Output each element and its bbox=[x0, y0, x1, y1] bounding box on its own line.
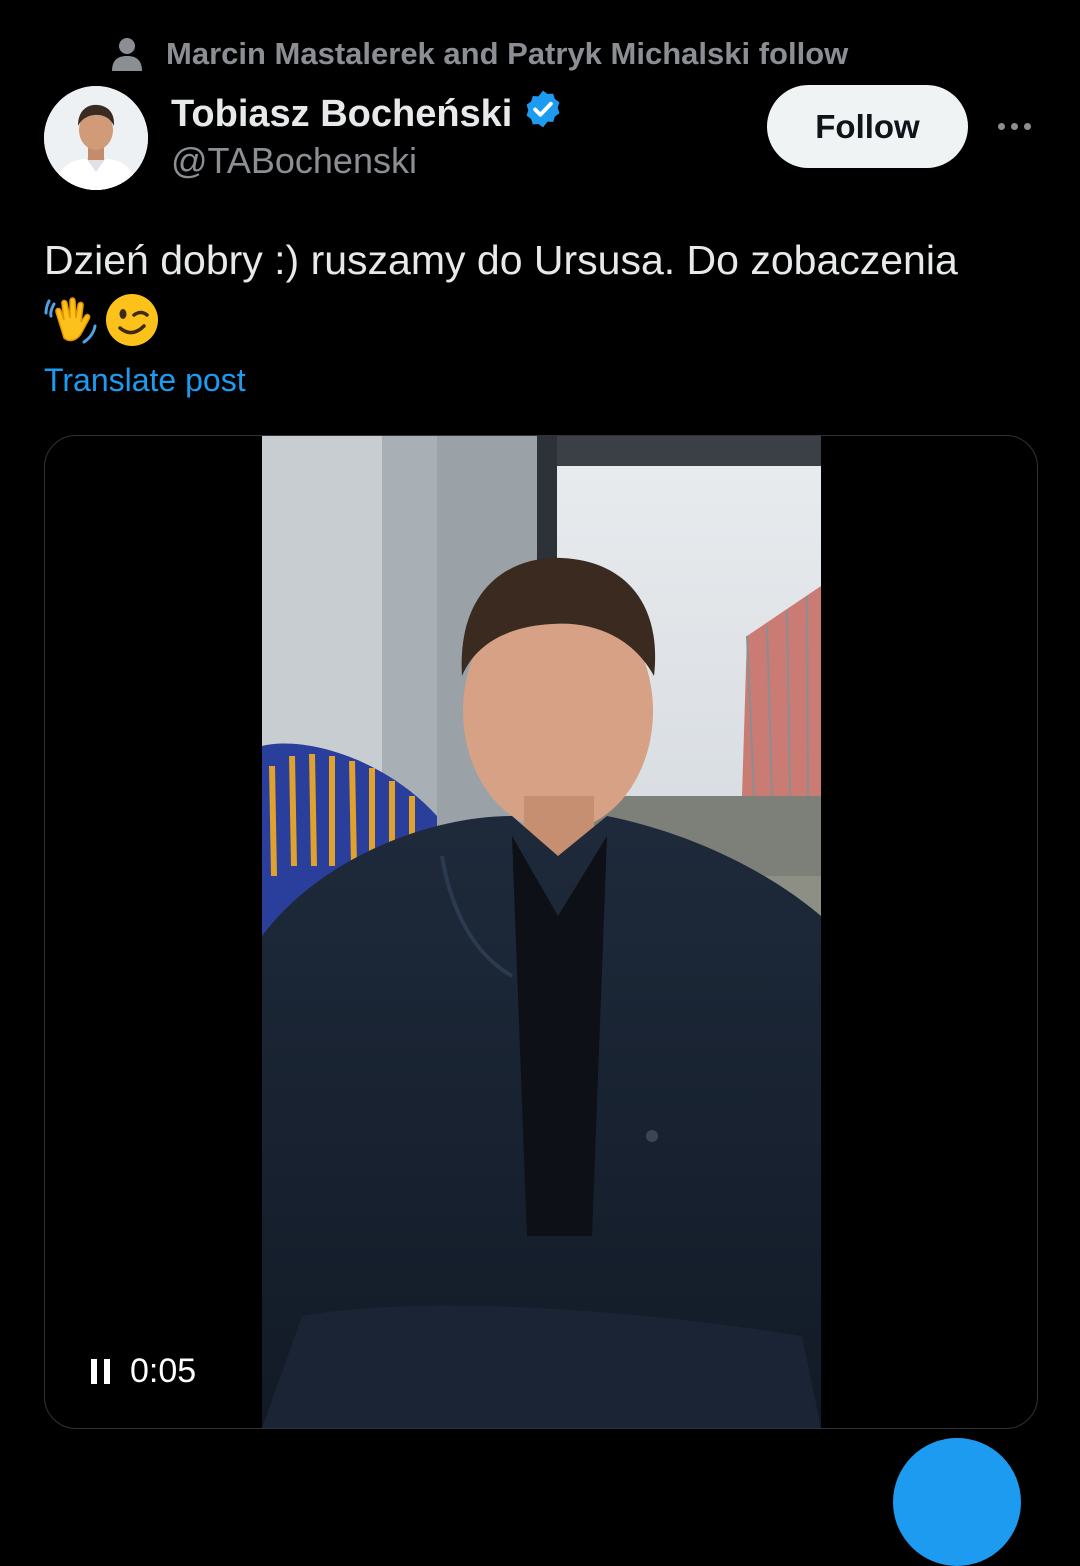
social-context-text: Marcin Mastalerek and Patryk Michalski f… bbox=[166, 36, 849, 71]
post-emojis bbox=[44, 292, 160, 348]
pause-icon[interactable] bbox=[91, 1359, 110, 1384]
video-player[interactable]: 0:05 bbox=[44, 435, 1038, 1429]
author-handle[interactable]: @TABochenski bbox=[171, 140, 417, 182]
post-text: Dzień dobry :) ruszamy do Ursusa. Do zob… bbox=[44, 237, 958, 283]
winking-face-icon bbox=[104, 292, 160, 348]
translate-post-link[interactable]: Translate post bbox=[44, 362, 246, 399]
waving-hand-icon bbox=[44, 292, 100, 348]
verified-badge-icon bbox=[522, 88, 564, 140]
author-name[interactable]: Tobiasz Bocheński bbox=[171, 93, 512, 136]
follow-button[interactable]: Follow bbox=[767, 85, 968, 168]
video-controls: 0:05 bbox=[91, 1352, 196, 1391]
author-name-row[interactable]: Tobiasz Bocheński bbox=[171, 88, 564, 140]
video-frame[interactable] bbox=[262, 436, 821, 1428]
person-icon bbox=[110, 36, 144, 72]
compose-post-button[interactable] bbox=[893, 1438, 1021, 1566]
social-context[interactable]: Marcin Mastalerek and Patryk Michalski f… bbox=[110, 30, 848, 78]
avatar[interactable] bbox=[44, 86, 148, 190]
video-timestamp: 0:05 bbox=[130, 1352, 197, 1390]
more-options-icon[interactable] bbox=[990, 106, 1038, 146]
